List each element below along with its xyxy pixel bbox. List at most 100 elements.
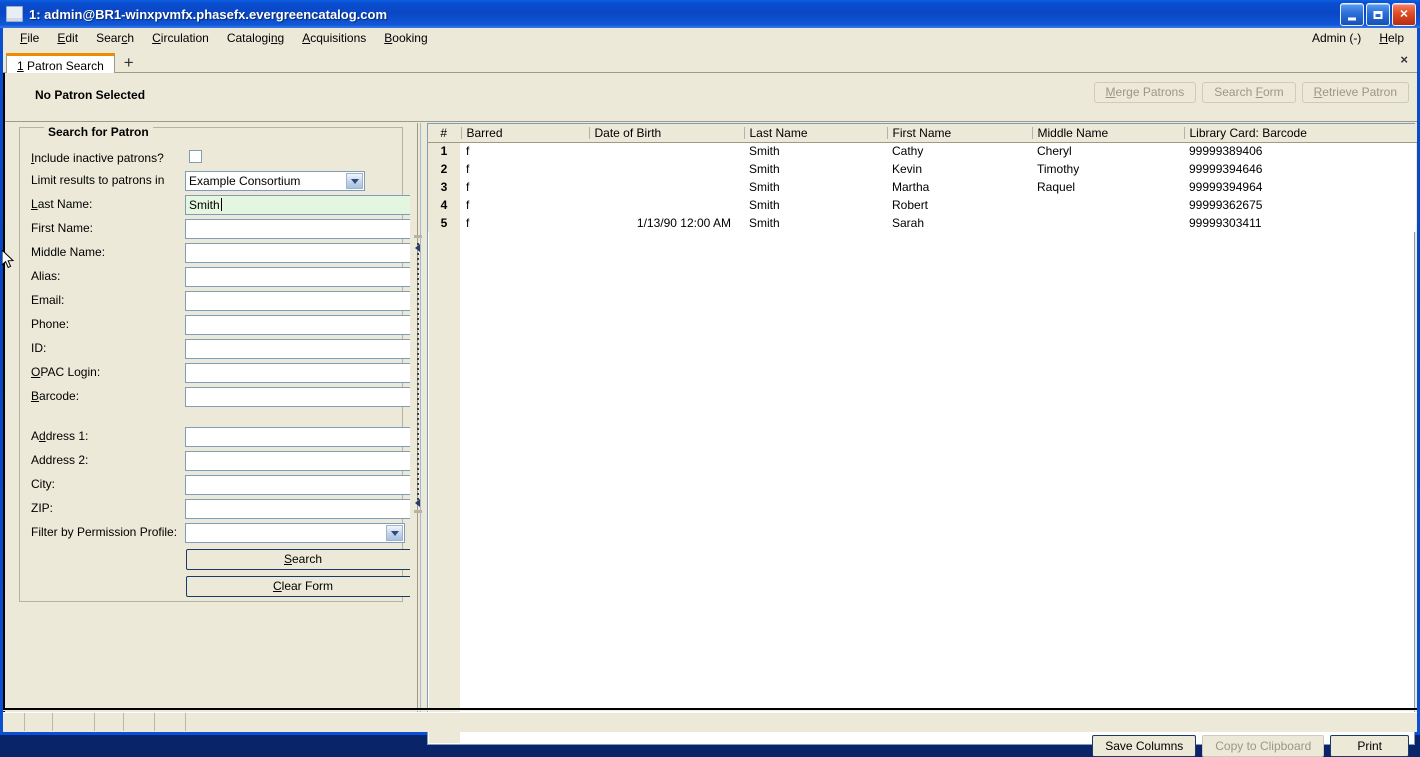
search-form-button[interactable]: Search Form <box>1202 82 1296 103</box>
chevron-down-icon <box>386 525 403 541</box>
include-inactive-label: Include inactive patrons? <box>31 151 164 165</box>
middle-name-input[interactable] <box>185 243 421 263</box>
maximize-icon[interactable] <box>1366 3 1390 26</box>
copy-to-clipboard-button[interactable]: Copy to Clipboard <box>1202 735 1325 757</box>
results-grid-wrapper: # Barred Date of Birth Last Name First N… <box>427 123 1417 745</box>
results-actions: Save Columns Copy to Clipboard Print <box>1092 735 1409 757</box>
opac-login-input[interactable] <box>185 363 421 383</box>
cell-first-name: Martha <box>886 178 1031 196</box>
limit-results-value: Example Consortium <box>189 174 301 188</box>
menu-acquisitions[interactable]: Acquisitions <box>293 29 375 47</box>
tab-number: 1 <box>17 59 24 73</box>
mouse-cursor <box>2 250 15 269</box>
minimize-icon[interactable] <box>1340 3 1364 26</box>
table-row[interactable]: 2 f Smith Kevin Timothy 99999394646 <box>428 160 1416 178</box>
first-name-input[interactable] <box>185 219 421 239</box>
id-input[interactable] <box>185 339 421 359</box>
table-row[interactable]: 5 f 1/13/90 12:00 AM Smith Sarah 99999303411 <box>428 214 1416 232</box>
city-label: City: <box>31 477 55 491</box>
clear-form-button[interactable]: Clear Form <box>186 576 420 597</box>
close-tab-icon[interactable]: × <box>1400 52 1408 67</box>
cell-dob: 1/13/90 12:00 AM <box>588 214 743 232</box>
last-name-input[interactable]: Smith <box>185 195 421 215</box>
row-index: 5 <box>428 214 460 232</box>
collapse-left-icon-2[interactable] <box>414 498 422 507</box>
address2-input[interactable] <box>185 451 421 471</box>
search-panel-legend: Search for Patron <box>44 125 153 139</box>
include-inactive-checkbox[interactable] <box>189 150 202 163</box>
email-input[interactable] <box>185 291 421 311</box>
cell-barred: f <box>460 214 588 232</box>
patron-status-label: No Patron Selected <box>35 88 146 102</box>
menu-edit[interactable]: Edit <box>48 29 87 47</box>
cell-middle-name: Timothy <box>1031 160 1183 178</box>
cell-last-name: Smith <box>743 142 886 160</box>
first-name-label: First Name: <box>31 221 94 235</box>
permission-profile-select[interactable] <box>185 523 405 543</box>
menu-admin[interactable]: Admin (-) <box>1303 29 1370 47</box>
results-panel: # Barred Date of Birth Last Name First N… <box>427 123 1417 757</box>
zip-input[interactable] <box>185 499 421 519</box>
column-header-index[interactable]: # <box>428 124 461 143</box>
panel-splitter[interactable] <box>410 123 426 726</box>
window-title: 1: admin@BR1-winxpvmfx.phasefx.evergreen… <box>29 6 388 22</box>
column-header-dob[interactable]: Date of Birth <box>588 124 744 143</box>
search-button[interactable]: Search <box>186 549 420 570</box>
cell-last-name: Smith <box>743 196 886 214</box>
status-bar <box>3 712 1417 732</box>
cell-barred: f <box>460 160 588 178</box>
table-row[interactable]: 3 f Smith Martha Raquel 99999394964 <box>428 178 1416 196</box>
email-label: Email: <box>31 293 65 307</box>
grid-body: 1 f Smith Cathy Cheryl 99999389406 2 f Smith Kevi… <box>428 142 1416 232</box>
address2-label: Address 2: <box>31 453 89 467</box>
print-button[interactable]: Print <box>1330 735 1409 757</box>
content-area: No Patron Selected Merge Patrons Search … <box>3 73 1417 757</box>
table-row[interactable]: 1 f Smith Cathy Cheryl 99999389406 <box>428 142 1416 160</box>
menu-file[interactable]: File <box>11 29 48 47</box>
menu-booking[interactable]: Booking <box>375 29 436 47</box>
row-index: 4 <box>428 196 460 214</box>
cell-first-name: Kevin <box>886 160 1031 178</box>
table-row[interactable]: 4 f Smith Robert 99999362675 <box>428 196 1416 214</box>
limit-results-label: Limit results to patrons in <box>31 173 165 187</box>
merge-patrons-button[interactable]: Merge Patrons <box>1093 82 1197 103</box>
menu-search[interactable]: Search <box>87 29 143 47</box>
barcode-input[interactable] <box>185 387 421 407</box>
patron-summary-bar: No Patron Selected Merge Patrons Search … <box>5 73 1417 122</box>
address1-input[interactable] <box>185 427 421 447</box>
retrieve-patron-button[interactable]: Retrieve Patron <box>1301 82 1409 103</box>
limit-results-select[interactable]: Example Consortium <box>185 171 365 191</box>
menu-cataloging[interactable]: Cataloging <box>218 29 293 47</box>
city-input[interactable] <box>185 475 421 495</box>
tab-bar: 1 Patron Search + × <box>3 48 1417 74</box>
column-header-first-name[interactable]: First Name <box>886 124 1032 143</box>
barcode-label: Barcode: <box>31 389 80 403</box>
tab-label: Patron Search <box>27 59 104 73</box>
last-name-value: Smith <box>189 198 220 212</box>
cell-barcode: 99999303411 <box>1183 214 1416 232</box>
column-header-last-name[interactable]: Last Name <box>743 124 887 143</box>
splitter-grip[interactable] <box>417 243 419 508</box>
close-icon[interactable]: ✕ <box>1392 3 1416 26</box>
new-tab-button[interactable]: + <box>115 53 143 73</box>
menu-bar: File Edit Search Circulation Cataloging … <box>3 28 1417 48</box>
id-label: ID: <box>31 341 47 355</box>
tab-patron-search[interactable]: 1 Patron Search <box>6 53 115 74</box>
cell-dob <box>588 142 743 160</box>
cell-first-name: Sarah <box>886 214 1031 232</box>
cell-middle-name: Cheryl <box>1031 142 1183 160</box>
cell-barcode: 99999394964 <box>1183 178 1416 196</box>
address1-label: Address 1: <box>31 429 89 443</box>
menu-help[interactable]: Help <box>1370 29 1413 47</box>
search-panel: Search for Patron Include inactive patro… <box>5 123 421 726</box>
phone-input[interactable] <box>185 315 421 335</box>
menu-circulation[interactable]: Circulation <box>143 29 218 47</box>
save-columns-button[interactable]: Save Columns <box>1092 735 1197 757</box>
column-header-middle-name[interactable]: Middle Name <box>1031 124 1184 143</box>
opac-login-label: OPAC Login: <box>31 365 101 379</box>
zip-label: ZIP: <box>31 501 54 515</box>
alias-input[interactable] <box>185 267 421 287</box>
column-header-barred[interactable]: Barred <box>460 124 589 143</box>
cell-barcode: 99999394646 <box>1183 160 1416 178</box>
column-header-barcode[interactable]: Library Card: Barcode <box>1183 124 1417 143</box>
